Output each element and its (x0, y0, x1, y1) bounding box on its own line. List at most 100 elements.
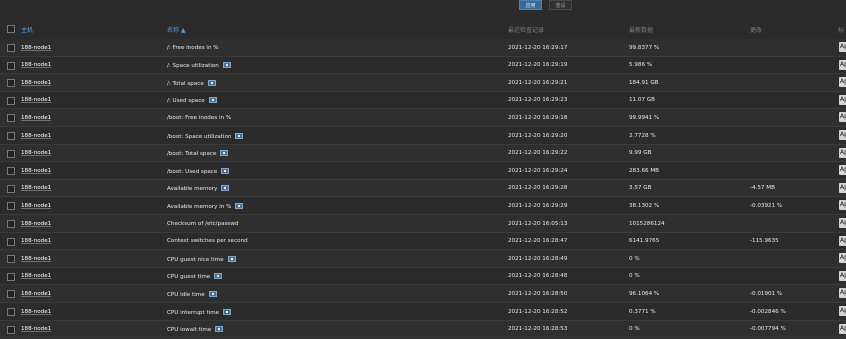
last-check-time: 2021-12-20 16:28:49 (508, 255, 568, 262)
table-header: 主机 名称 ▲ 最近检查记录 最新数据 更改 标 (0, 17, 846, 40)
row-checkbox[interactable] (7, 184, 15, 193)
change-value: -115.9635 (750, 238, 779, 245)
item-info-icon[interactable] (223, 308, 232, 315)
table-row: 188-node1 Checksum of /etc/passwd 2021-12-… (0, 215, 846, 233)
row-checkbox[interactable] (7, 325, 15, 334)
tag-badge[interactable]: Ap (839, 306, 846, 316)
item-name-text: CPU guest time (167, 274, 211, 281)
table-row: 188-node1 /: Total space 2021-12-20 16:29:… (0, 74, 846, 92)
row-checkbox[interactable] (7, 202, 15, 211)
last-value: 184.91 GB (629, 79, 659, 86)
host-link[interactable]: 188-node1 (21, 168, 51, 174)
item-name: Available memory (167, 185, 230, 192)
select-all-checkbox[interactable] (7, 25, 15, 33)
tag-badge[interactable]: Ap (839, 182, 846, 193)
item-info-icon[interactable] (220, 150, 229, 157)
item-info-icon[interactable] (208, 290, 217, 297)
item-info-icon[interactable] (221, 167, 230, 174)
tag-badge[interactable]: Ap (839, 112, 846, 123)
row-checkbox[interactable] (7, 272, 15, 281)
last-value: 6141.9765 (629, 238, 660, 245)
tag-badge[interactable]: Ap (839, 59, 846, 70)
row-checkbox[interactable] (7, 61, 15, 70)
last-value: 0 % (629, 255, 640, 262)
item-info-icon[interactable] (222, 62, 231, 69)
last-check-time: 2021-12-20 16:28:47 (508, 238, 568, 245)
item-name: CPU interrupt time (167, 308, 232, 316)
tag-badge[interactable]: Ap (839, 165, 846, 176)
item-info-icon[interactable] (235, 132, 244, 139)
row-checkbox[interactable] (7, 149, 15, 158)
host-link[interactable]: 188-node1 (21, 326, 51, 332)
table-row: 188-node1 /: Space utilization 2021-12-20 … (0, 57, 846, 75)
change-value: -0.03921 % (750, 202, 783, 209)
row-checkbox[interactable] (7, 237, 15, 246)
latest-data-table: 主机 名称 ▲ 最近检查记录 最新数据 更改 标 188-node1 /: Fre… (0, 17, 846, 339)
host-link[interactable]: 188-node1 (21, 80, 51, 86)
tag-badge[interactable]: Ap (839, 253, 846, 264)
row-checkbox[interactable] (7, 96, 15, 105)
row-checkbox[interactable] (7, 167, 15, 176)
table-row: 188-node1 Available memory 2021-12-20 16:2… (0, 179, 846, 198)
row-checkbox[interactable] (7, 255, 15, 264)
tag-badge[interactable]: Ap (839, 235, 846, 246)
row-checkbox[interactable] (7, 79, 15, 88)
last-check-time: 2021-12-20 16:29:17 (508, 44, 568, 51)
row-checkbox[interactable] (7, 44, 15, 52)
tag-badge[interactable]: Ap (839, 270, 846, 281)
item-name: CPU idle time (167, 290, 217, 298)
host-link[interactable]: 188-node1 (21, 150, 51, 156)
row-checkbox[interactable] (7, 132, 15, 140)
column-host-header[interactable]: 主机 (21, 25, 33, 34)
table-row: 188-node1 Context switches per second 2021… (0, 233, 846, 251)
table-row: 188-node1/boot: Free inodes in % 2021-12-… (0, 109, 846, 127)
host-link[interactable]: 188-node1 (21, 185, 51, 191)
reset-button[interactable]: 重设 (549, 0, 572, 10)
table-row: 188-node1 /: Free inodes in % 2021-12-20 1… (0, 39, 846, 57)
row-checkbox[interactable] (7, 114, 15, 123)
tag-badge[interactable]: Ap (839, 288, 846, 299)
tag-badge[interactable]: Ap (839, 147, 846, 158)
host-link[interactable]: 188-node1 (21, 45, 51, 51)
item-info-icon[interactable] (208, 97, 217, 104)
host-link[interactable]: 188-node1 (21, 273, 51, 279)
host-link[interactable]: 188-node1 (21, 115, 51, 121)
tag-badge[interactable]: Ap (839, 77, 846, 88)
table-row: 188-node1 CPU guest nice time 2021-12-20 1… (0, 250, 846, 268)
row-checkbox[interactable] (7, 220, 15, 228)
tag-badge[interactable]: Ap (839, 94, 846, 105)
host-link[interactable]: 188-node1 (21, 97, 51, 103)
host-link[interactable]: 188-node1 (21, 291, 51, 297)
last-check-time: 2021-12-20 16:28:53 (508, 326, 568, 333)
item-info-icon[interactable] (227, 255, 236, 262)
host-link[interactable]: 188-node1 (21, 133, 51, 139)
host-link[interactable]: 188-node1 (21, 221, 51, 227)
last-check-time: 2021-12-20 16:29:18 (508, 114, 568, 121)
tag-badge[interactable]: Ap (839, 42, 846, 52)
tag-badge[interactable]: Ap (839, 130, 846, 140)
column-tags-header: 标 (838, 27, 845, 34)
row-checkbox[interactable] (7, 308, 15, 316)
row-checkbox[interactable] (7, 290, 15, 299)
item-info-icon[interactable] (215, 326, 224, 333)
item-info-icon[interactable] (214, 273, 223, 280)
apply-button[interactable]: 应用 (519, 0, 542, 10)
host-link[interactable]: 188-node1 (21, 309, 51, 315)
table-row: 188-node1 CPU iowait time 2021-12-20 16:28… (0, 320, 846, 339)
host-link[interactable]: 188-node1 (21, 238, 51, 244)
last-value: 2.7728 % (629, 132, 656, 139)
host-link[interactable]: 188-node1 (21, 203, 51, 209)
column-name-header[interactable]: 名称 ▲ (167, 25, 186, 34)
host-link[interactable]: 188-node1 (21, 62, 51, 68)
tag-badge[interactable]: Ap (839, 200, 846, 211)
item-name: /boot: Free inodes in % (167, 115, 231, 121)
item-name-text: CPU idle time (167, 291, 205, 298)
tag-badge[interactable]: Ap (839, 323, 846, 334)
host-link[interactable]: 188-node1 (21, 256, 51, 262)
item-info-icon[interactable] (221, 185, 230, 192)
tag-badge[interactable]: Ap (839, 218, 846, 228)
last-value: 5.986 % (629, 62, 653, 69)
item-info-icon[interactable] (235, 202, 244, 209)
item-info-icon[interactable] (207, 79, 216, 86)
table-row: 188-node1/boot: Used space 2021-12-20 16:… (0, 162, 846, 180)
